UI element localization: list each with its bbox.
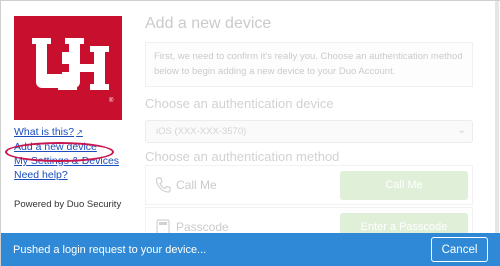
call-me-label: Call Me (176, 178, 217, 192)
duo-prompt-frame: ® What is this? ↗ Add a new device My Set… (0, 0, 500, 266)
sidebar-links: What is this? ↗ Add a new device My Setti… (14, 125, 134, 182)
what-is-this-label: What is this? (14, 126, 75, 138)
svg-text:®: ® (109, 97, 114, 104)
need-help-link[interactable]: Need help? (14, 168, 134, 182)
method-row-passcode: Passcode Enter a Passcode (145, 207, 473, 233)
device-section-title: Choose an authentication device (145, 96, 334, 111)
powered-by-text: Powered by Duo Security (14, 199, 122, 210)
main-panel: Add a new device First, we need to confi… (138, 1, 500, 233)
keypad-icon (156, 219, 170, 233)
university-logo: ® (14, 16, 122, 120)
my-settings-devices-link[interactable]: My Settings & Devices (14, 154, 134, 168)
sidebar: ® What is this? ↗ Add a new device My Set… (1, 1, 138, 266)
cancel-button[interactable]: Cancel (431, 237, 488, 262)
device-select[interactable]: iOS (XXX-XXX-3570) ⌄ (145, 120, 473, 143)
scrollbar[interactable] (495, 1, 499, 233)
phone-icon (155, 177, 171, 193)
page-title: Add a new device (145, 15, 272, 32)
status-message: Pushed a login request to your device... (13, 244, 207, 256)
what-is-this-link[interactable]: What is this? ↗ (14, 125, 134, 140)
external-link-icon: ↗ (76, 128, 83, 137)
intro-message: First, we need to confirm it's really yo… (145, 42, 473, 87)
device-select-value: iOS (XXX-XXX-3570) (156, 126, 247, 137)
call-me-button[interactable]: Call Me (340, 171, 468, 200)
uh-interlocking-logo-icon: ® (14, 16, 122, 120)
status-bar: Pushed a login request to your device...… (1, 233, 500, 266)
chevron-down-icon: ⌄ (457, 125, 466, 136)
method-row-call: Call Me Call Me (145, 165, 473, 205)
add-new-device-link[interactable]: Add a new device (14, 140, 134, 154)
enter-passcode-button[interactable]: Enter a Passcode (340, 213, 468, 233)
passcode-label: Passcode (176, 220, 229, 233)
method-section-title: Choose an authentication method (145, 149, 340, 164)
